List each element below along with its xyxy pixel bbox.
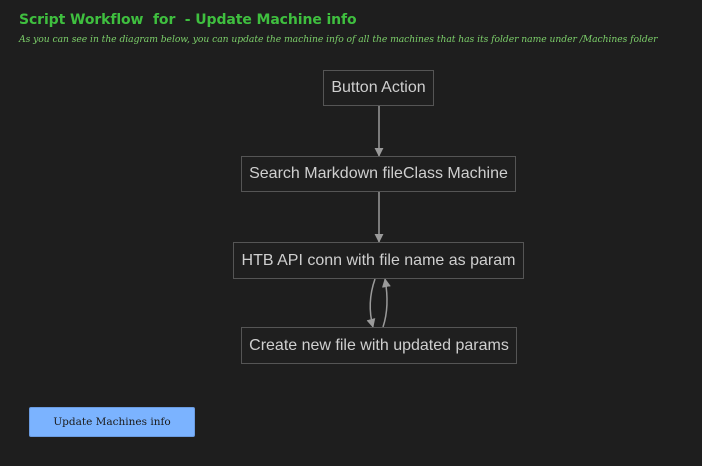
update-machines-button[interactable]: Update Machines info bbox=[29, 407, 195, 437]
node-button-action: Button Action bbox=[323, 70, 434, 106]
node-htb-api-conn: HTB API conn with file name as param bbox=[233, 242, 524, 279]
edge-htb-to-create bbox=[366, 278, 376, 328]
node-create-new-file: Create new file with updated params bbox=[241, 327, 517, 364]
node-search-markdown: Search Markdown fileClass Machine bbox=[241, 156, 516, 192]
edge-create-to-htb bbox=[381, 278, 391, 328]
